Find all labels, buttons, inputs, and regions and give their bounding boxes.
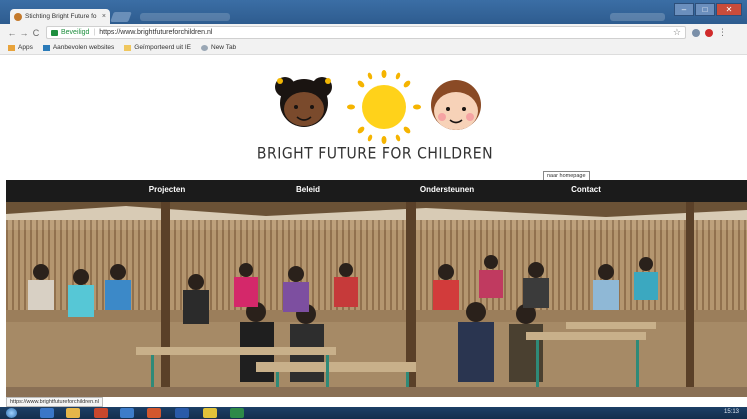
- apps-icon: [8, 44, 15, 51]
- bookmark-new-tab[interactable]: New Tab: [201, 44, 236, 51]
- classroom-photo: [6, 202, 747, 397]
- bookmark-recommended[interactable]: Aanbevolen websites: [42, 44, 115, 51]
- maximize-button[interactable]: □: [695, 3, 715, 16]
- bookmark-label: Aanbevolen websites: [52, 44, 115, 51]
- nav-contact[interactable]: Contact: [571, 185, 601, 194]
- secure-label: Beveiligd: [61, 29, 90, 36]
- sun-icon: [347, 70, 421, 144]
- outlook-icon[interactable]: [120, 408, 134, 418]
- tab-title: Stichting Bright Future fo: [25, 13, 97, 20]
- bookmark-label: New Tab: [211, 44, 237, 51]
- powerpoint-icon[interactable]: [94, 408, 108, 418]
- powerpoint-icon[interactable]: [147, 408, 161, 418]
- browser-toolbar: ← → C Beveiligd | https://www.brightfutu…: [0, 24, 747, 41]
- back-arrow-icon[interactable]: ←: [6, 28, 18, 38]
- omnibox-icons: ☆: [673, 27, 681, 38]
- forward-arrow-icon[interactable]: →: [18, 28, 30, 38]
- excel-icon[interactable]: [230, 408, 244, 418]
- url-text: https://www.brightfutureforchildren.nl: [99, 29, 213, 36]
- tab-strip: Stichting Bright Future fo × – □ ✕: [0, 0, 747, 24]
- site-logo[interactable]: [262, 67, 488, 182]
- address-bar[interactable]: Beveiligd | https://www.brightfutureforc…: [46, 26, 686, 39]
- profile-area[interactable]: [610, 13, 665, 21]
- main-navigation: Projecten Beleid Ondersteunen Contact: [6, 180, 747, 202]
- nav-projecten[interactable]: Projecten: [149, 185, 185, 194]
- nav-beleid[interactable]: Beleid: [296, 185, 320, 194]
- new-tab-button[interactable]: [110, 12, 132, 22]
- browser-window: Stichting Bright Future fo × – □ ✕ ← → C…: [0, 0, 747, 419]
- extension-icon[interactable]: [692, 28, 700, 37]
- bookmark-label: Apps: [18, 44, 33, 51]
- bookmark-label: Geïmporteerd uit IE: [134, 44, 191, 51]
- nav-ondersteunen[interactable]: Ondersteunen: [420, 185, 474, 194]
- minimize-button[interactable]: –: [674, 3, 694, 16]
- word-icon[interactable]: [175, 408, 189, 418]
- bookmark-apps[interactable]: Apps: [8, 44, 33, 51]
- browser-tab[interactable]: Stichting Bright Future fo ×: [10, 9, 110, 24]
- web-icon: [42, 44, 50, 51]
- site-title[interactable]: BRIGHT FUTURE FOR CHILDREN: [230, 145, 520, 163]
- lock-icon: [51, 29, 58, 36]
- start-button[interactable]: [6, 408, 17, 418]
- chrome-icon[interactable]: [203, 408, 217, 418]
- blurred-tab-area: [140, 13, 230, 21]
- girl-face-icon: [275, 77, 332, 127]
- folder-icon[interactable]: [66, 408, 80, 418]
- tab-close-icon[interactable]: ×: [102, 13, 106, 20]
- taskbar: 15:13: [0, 407, 747, 419]
- bookmark-star-icon[interactable]: ☆: [673, 27, 681, 38]
- bookmarks-bar: Apps Aanbevolen websites Geïmporteerd ui…: [0, 41, 747, 55]
- chrome-menu-icon[interactable]: ⋮: [718, 27, 727, 38]
- window-controls: – □ ✕: [674, 3, 742, 16]
- explorer-icon[interactable]: [40, 408, 54, 418]
- web-page: BRIGHT FUTURE FOR CHILDREN naar homepage…: [0, 55, 747, 397]
- newtab-icon: [201, 44, 208, 51]
- boy-face-icon: [431, 80, 481, 130]
- reload-icon[interactable]: C: [30, 28, 42, 38]
- close-window-button[interactable]: ✕: [716, 3, 742, 16]
- taskbar-clock: 15:13: [723, 409, 739, 415]
- folder-icon: [124, 44, 132, 51]
- address-separator: |: [93, 29, 96, 36]
- bookmark-imported[interactable]: Geïmporteerd uit IE: [124, 44, 191, 51]
- favicon-icon: [14, 12, 22, 21]
- adblock-extension-icon[interactable]: [705, 28, 713, 37]
- status-bar-url: https://www.brightfutureforchildren.nl: [6, 397, 103, 407]
